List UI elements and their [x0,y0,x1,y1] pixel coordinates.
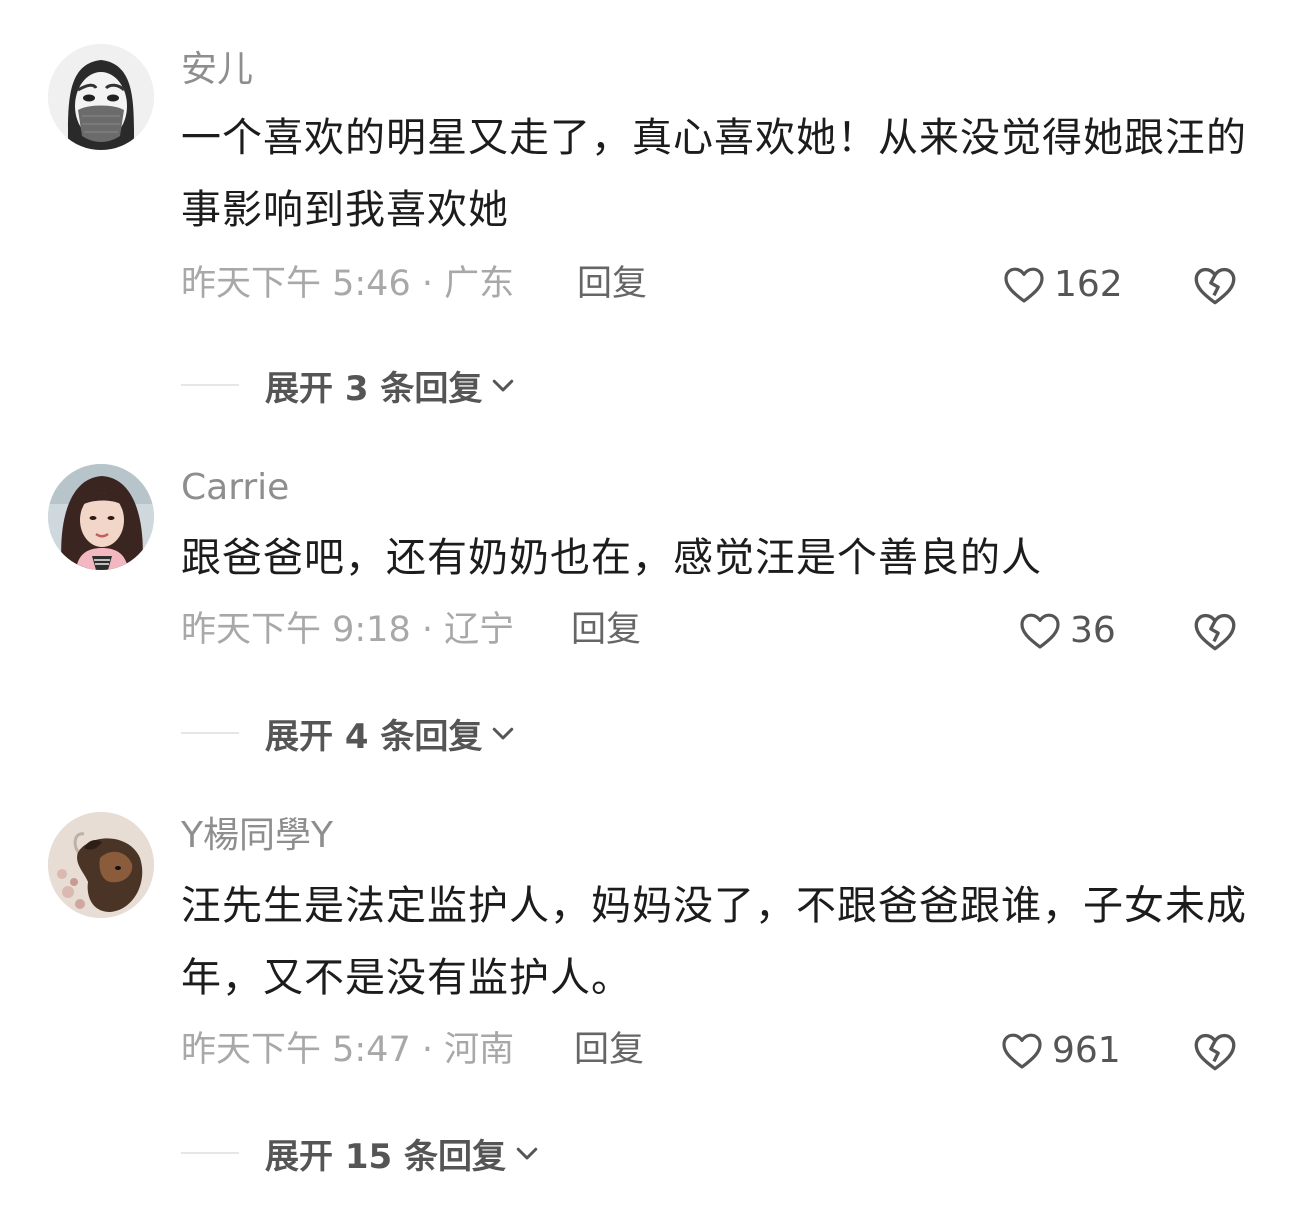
like-button[interactable]: 36 [1016,606,1116,654]
username[interactable]: Carrie [181,466,289,510]
like-count: 961 [1052,1029,1121,1071]
username[interactable]: Y楊同學Y [181,814,333,858]
heart-icon [1004,267,1044,303]
expand-replies[interactable]: 展开 15 条回复 [181,1128,542,1178]
comment-text: 一个喜欢的明星又走了，真心喜欢她！从来没觉得她跟汪的事影响到我喜欢她 [181,115,1247,233]
chevron-down-icon [516,1147,538,1160]
divider-line [181,1152,239,1154]
chevron-down-icon [493,379,514,392]
chevron-down-icon [493,727,514,740]
like-count: 36 [1070,609,1116,651]
avatar[interactable] [48,464,154,570]
broken-heart-icon [1194,613,1236,651]
avatar[interactable] [48,812,154,918]
dislike-button[interactable] [1190,606,1240,656]
dislike-button[interactable] [1190,260,1240,310]
username[interactable]: 安儿 [181,48,253,92]
expand-replies-label: 展开 15 条回复 [265,1136,506,1177]
like-count: 162 [1054,263,1123,305]
heart-icon [1020,613,1060,649]
expand-replies-label: 展开 3 条回复 [265,368,483,409]
expand-replies[interactable]: 展开 3 条回复 [181,360,518,410]
divider-line [181,384,239,386]
divider-line [181,732,239,734]
comment-meta: 昨天下午 5:46 · 广东 [181,264,515,304]
comment-meta: 昨天下午 9:18 · 辽宁 [181,610,515,650]
masked-face-avatar-icon [48,44,154,150]
reply-button[interactable]: 回复 [577,262,647,306]
reply-button[interactable]: 回复 [574,1028,644,1072]
reply-button[interactable]: 回复 [571,608,641,652]
comment-text: 汪先生是法定监护人，妈妈没了，不跟爸爸跟谁，子女未成年，又不是没有监护人。 [181,883,1247,1001]
heart-icon [1002,1033,1042,1069]
dog-photo-avatar-icon [48,812,154,918]
broken-heart-icon [1194,267,1236,305]
like-button[interactable]: 961 [998,1026,1121,1074]
expand-replies[interactable]: 展开 4 条回复 [181,708,518,758]
comment-meta: 昨天下午 5:47 · 河南 [181,1030,515,1070]
broken-heart-icon [1194,1033,1236,1071]
comment-text: 跟爸爸吧，还有奶奶也在，感觉汪是个善良的人 [181,535,1042,581]
dislike-button[interactable] [1190,1026,1240,1076]
like-button[interactable]: 162 [1000,260,1123,308]
woman-photo-avatar-icon [48,464,154,570]
expand-replies-label: 展开 4 条回复 [265,716,483,757]
avatar[interactable] [48,44,154,150]
